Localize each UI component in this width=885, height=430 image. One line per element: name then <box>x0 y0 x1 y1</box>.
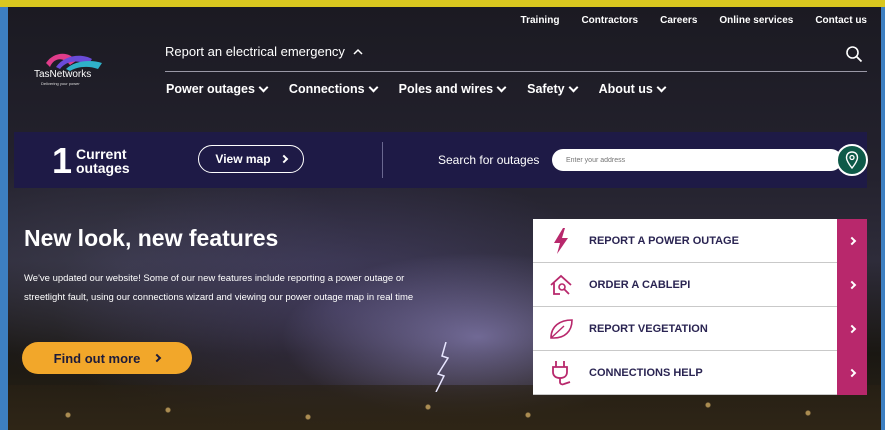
outage-count: 1 <box>52 140 73 181</box>
quick-link-report-vegetation[interactable]: REPORT VEGETATION <box>533 307 867 351</box>
quick-link-order-cablepi[interactable]: ORDER A CABLEPI <box>533 263 867 307</box>
search-icon[interactable] <box>845 45 863 63</box>
emergency-toggle[interactable]: Report an electrical emergency <box>165 44 363 59</box>
nav-power-outages[interactable]: Power outages <box>166 82 269 96</box>
outage-bar: 1 Current outages View map Search for ou… <box>14 132 868 188</box>
quick-links: REPORT A POWER OUTAGE ORDER A CABLEPI RE… <box>533 219 867 395</box>
logo-tagline: Delivering your power <box>41 81 80 86</box>
quick-link-report-power-outage[interactable]: REPORT A POWER OUTAGE <box>533 219 867 263</box>
nav-label: Poles and wires <box>398 82 494 96</box>
nav-label: About us <box>598 82 653 96</box>
nav-label: Power outages <box>166 82 255 96</box>
utility-nav: Training Contractors Careers Online serv… <box>521 15 867 26</box>
quick-link-label: ORDER A CABLEPI <box>589 278 691 291</box>
chevron-right-icon <box>279 154 288 164</box>
utility-link-careers[interactable]: Careers <box>660 15 697 26</box>
quick-link-label: REPORT VEGETATION <box>589 322 708 335</box>
hero-title: New look, new features <box>24 225 279 251</box>
quick-link-label: CONNECTIONS HELP <box>589 366 703 379</box>
view-map-button[interactable]: View map <box>198 145 304 173</box>
utility-link-contact-us[interactable]: Contact us <box>815 15 867 26</box>
cta-label: Find out more <box>53 350 141 366</box>
find-out-more-button[interactable]: Find out more <box>22 342 192 374</box>
address-search-input[interactable] <box>552 149 842 171</box>
outage-label: Current outages <box>76 146 130 176</box>
utility-link-training[interactable]: Training <box>521 15 560 26</box>
quick-link-arrow <box>837 263 867 307</box>
quick-link-arrow <box>837 351 867 395</box>
nav-poles-and-wires[interactable]: Poles and wires <box>398 82 507 96</box>
nav-about-us[interactable]: About us <box>598 82 667 96</box>
chevron-right-icon <box>847 368 857 378</box>
chevron-down-icon <box>568 82 579 92</box>
search-outages-label: Search for outages <box>438 153 540 167</box>
chevron-down-icon <box>656 82 667 92</box>
leaf-icon <box>550 318 573 339</box>
header-divider <box>165 71 867 72</box>
page-frame: Training Contractors Careers Online serv… <box>0 7 885 430</box>
logo-name: TasNetworks <box>34 69 92 80</box>
emergency-label: Report an electrical emergency <box>165 44 345 59</box>
hero-body: We've updated our website! Some of our n… <box>24 273 414 303</box>
house-cable-icon <box>550 274 572 295</box>
lightning-strike <box>435 342 450 392</box>
outage-divider <box>382 142 383 178</box>
chevron-down-icon <box>258 82 269 92</box>
quick-link-connections-help[interactable]: CONNECTIONS HELP <box>533 351 867 395</box>
chevron-right-icon <box>847 236 857 246</box>
map-pin-icon <box>845 151 859 169</box>
main-nav: Power outages Connections Poles and wire… <box>166 82 667 96</box>
nav-label: Connections <box>288 82 365 96</box>
location-search-button[interactable] <box>836 144 868 176</box>
chevron-right-icon <box>847 280 857 290</box>
lightning-icon <box>554 227 568 254</box>
chevron-up-icon <box>353 48 363 55</box>
view-map-label: View map <box>215 152 271 166</box>
nav-connections[interactable]: Connections <box>288 82 379 96</box>
utility-link-online-services[interactable]: Online services <box>719 15 793 26</box>
quick-link-arrow <box>837 219 867 263</box>
plug-icon <box>552 360 571 385</box>
chevron-right-icon <box>847 324 857 334</box>
nav-safety[interactable]: Safety <box>527 82 579 96</box>
quick-link-label: REPORT A POWER OUTAGE <box>589 234 739 247</box>
chevron-down-icon <box>368 82 379 92</box>
chevron-right-icon <box>153 353 162 363</box>
utility-link-contractors[interactable]: Contractors <box>581 15 638 26</box>
nav-label: Safety <box>527 82 565 96</box>
quick-link-arrow <box>837 307 867 351</box>
chevron-down-icon <box>496 82 507 92</box>
